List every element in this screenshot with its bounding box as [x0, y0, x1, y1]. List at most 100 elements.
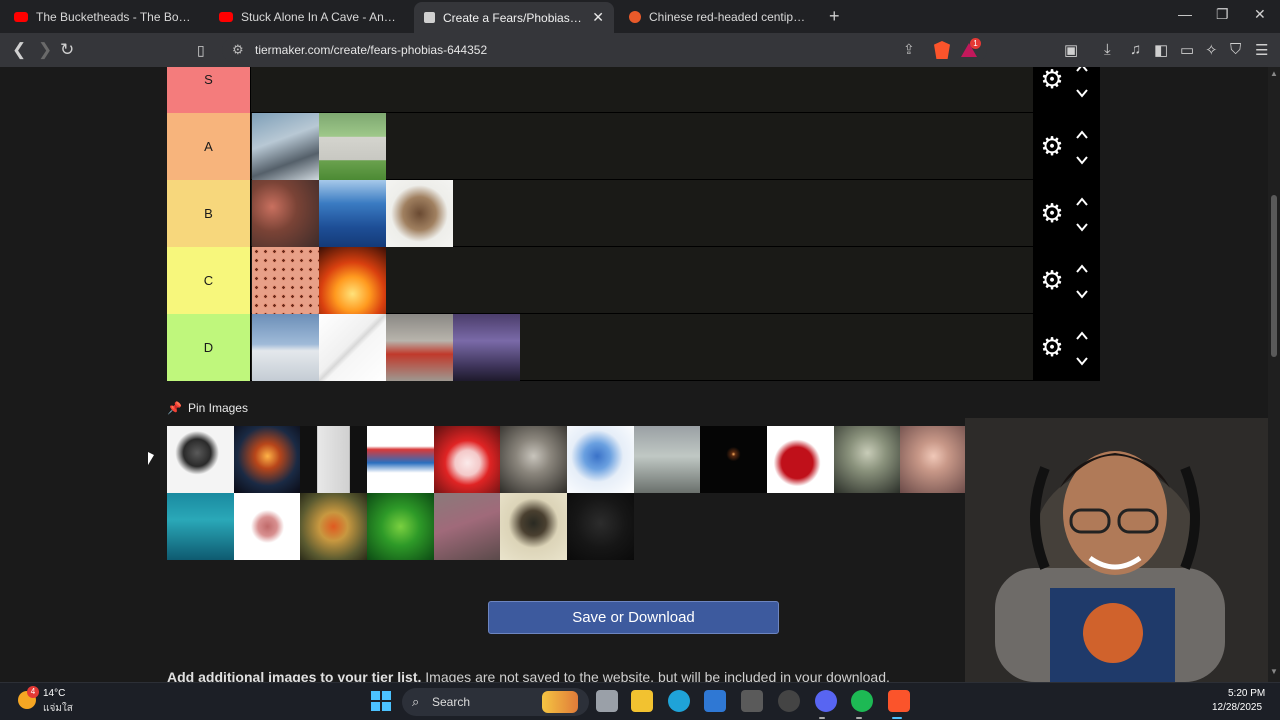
- centipede-image[interactable]: [434, 493, 501, 560]
- tier-label[interactable]: B: [167, 180, 251, 247]
- ocean-image[interactable]: [319, 180, 386, 247]
- move-up-icon[interactable]: [1075, 128, 1089, 142]
- gear-icon[interactable]: ⚙: [1039, 267, 1065, 293]
- tier-row-c[interactable]: C ⚙: [167, 247, 1100, 314]
- clown-image[interactable]: [434, 426, 501, 493]
- knot-rope-image[interactable]: [367, 426, 434, 493]
- page-scrollbar[interactable]: ▲ ▼: [1268, 67, 1280, 682]
- heights-image[interactable]: [634, 426, 701, 493]
- wallet-icon[interactable]: ▭: [1180, 41, 1194, 59]
- store-icon[interactable]: [704, 690, 726, 712]
- tier-row-d[interactable]: D ⚙: [167, 314, 1100, 381]
- lightning-image[interactable]: [453, 314, 520, 381]
- move-down-icon[interactable]: [1075, 287, 1089, 301]
- ted-bundy-image[interactable]: [500, 426, 567, 493]
- reload-icon[interactable]: ↻: [60, 40, 74, 60]
- screenshot-icon[interactable]: ▣: [1064, 41, 1078, 59]
- menu-icon[interactable]: ☰: [1255, 41, 1268, 59]
- tab-centipede[interactable]: Chinese red-headed centipede - Brav: [619, 4, 819, 30]
- sidebar-icon[interactable]: ◧: [1154, 41, 1168, 59]
- move-up-icon[interactable]: [1075, 195, 1089, 209]
- file-explorer-icon[interactable]: [631, 690, 653, 712]
- share-icon[interactable]: ⇪: [903, 41, 915, 58]
- gear-icon[interactable]: ⚙: [1039, 334, 1065, 360]
- gear-icon[interactable]: ⚙: [1039, 67, 1065, 92]
- tab-tierlist[interactable]: Create a Fears/Phobias Tier List - ✕: [414, 2, 614, 33]
- image-pool[interactable]: [167, 426, 1100, 560]
- move-up-icon[interactable]: [1075, 329, 1089, 343]
- move-down-icon[interactable]: [1075, 354, 1089, 368]
- tier-row-b[interactable]: B ⚙: [167, 180, 1100, 247]
- crowd-image[interactable]: [252, 180, 319, 247]
- edge-icon[interactable]: [668, 690, 690, 712]
- tarantula-image[interactable]: [386, 180, 453, 247]
- virus-image[interactable]: [567, 426, 634, 493]
- tier-label[interactable]: S: [167, 67, 251, 113]
- alien-image[interactable]: [834, 426, 901, 493]
- scared-child-image[interactable]: [900, 426, 967, 493]
- clock-time[interactable]: 5:20 PM: [1228, 688, 1265, 699]
- gear-icon[interactable]: ⚙: [1039, 200, 1065, 226]
- weather-temp[interactable]: 14°C: [43, 688, 65, 699]
- close-window-icon[interactable]: ✕: [1254, 6, 1266, 23]
- green-snake-image[interactable]: [367, 493, 434, 560]
- tier-label[interactable]: C: [167, 247, 251, 314]
- gear-icon[interactable]: ⚙: [1039, 133, 1065, 159]
- new-tab-icon[interactable]: +: [829, 6, 840, 27]
- move-down-icon[interactable]: [1075, 153, 1089, 167]
- blood-image[interactable]: [767, 426, 834, 493]
- leo-ai-icon[interactable]: ✧: [1205, 41, 1218, 59]
- vpn-icon[interactable]: ⛉: [1230, 41, 1241, 58]
- spotify-icon[interactable]: [851, 690, 873, 712]
- planet-collision-image[interactable]: [234, 426, 301, 493]
- puppet-image[interactable]: [386, 314, 453, 381]
- sea-creature-image[interactable]: [167, 493, 234, 560]
- save-or-download-button[interactable]: Save or Download: [488, 601, 779, 634]
- steam-icon[interactable]: [778, 690, 800, 712]
- address-bar[interactable]: ⚙ tiermaker.com/create/fears-phobias-644…: [222, 37, 987, 63]
- site-info-icon[interactable]: ⚙: [232, 42, 244, 58]
- move-down-icon[interactable]: [1075, 86, 1089, 100]
- move-up-icon[interactable]: [1075, 262, 1089, 276]
- scroll-up-icon[interactable]: ▲: [1270, 69, 1278, 78]
- close-tab-icon[interactable]: ✕: [592, 9, 604, 26]
- worm-image[interactable]: [234, 493, 301, 560]
- lizard-image[interactable]: [300, 493, 367, 560]
- scrollbar-thumb[interactable]: [1271, 195, 1277, 357]
- media-icon[interactable]: ♫: [1130, 41, 1141, 58]
- microphone-image[interactable]: [167, 426, 234, 493]
- minimize-icon[interactable]: —: [1178, 6, 1192, 22]
- weather-desc[interactable]: แจ่มใส: [43, 701, 73, 716]
- download-icon[interactable]: ⤓: [1104, 41, 1111, 58]
- move-down-icon[interactable]: [1075, 220, 1089, 234]
- window-silhouette-image[interactable]: [300, 426, 367, 493]
- tier-items[interactable]: [252, 314, 520, 381]
- pin-images-toggle[interactable]: 📌 Pin Images: [167, 401, 248, 415]
- dark-candle-image[interactable]: [700, 426, 767, 493]
- tab-bucketheads[interactable]: The Bucketheads - The Bomb [These: [4, 4, 204, 30]
- clock-date[interactable]: 12/28/2025: [1212, 702, 1262, 713]
- syringe-image[interactable]: [319, 314, 386, 381]
- start-button[interactable]: [371, 691, 391, 711]
- shark-image[interactable]: [252, 113, 319, 180]
- move-up-icon[interactable]: [1075, 67, 1089, 75]
- tab-cave[interactable]: Stuck Alone In A Cave - Anxiety Warr: [209, 4, 409, 30]
- holes-image[interactable]: [252, 247, 319, 314]
- app-icon[interactable]: [741, 690, 763, 712]
- bookmark-icon[interactable]: ▯: [197, 40, 205, 60]
- restore-icon[interactable]: ❐: [1216, 6, 1229, 23]
- fire-image[interactable]: [319, 247, 386, 314]
- brave-shields-icon[interactable]: [934, 41, 950, 59]
- darkness-image[interactable]: [567, 493, 634, 560]
- taskbar-search[interactable]: ⌕ Search: [402, 688, 589, 716]
- tier-row-s[interactable]: S ⚙: [167, 67, 1100, 113]
- back-icon[interactable]: ❮: [12, 40, 26, 60]
- tier-items[interactable]: [252, 113, 386, 180]
- airplane-image[interactable]: [252, 314, 319, 381]
- task-view-icon[interactable]: [596, 690, 618, 712]
- tier-label[interactable]: D: [167, 314, 251, 381]
- tier-items[interactable]: [252, 247, 386, 314]
- tier-label[interactable]: A: [167, 113, 251, 180]
- scorpion-image[interactable]: [500, 493, 567, 560]
- scroll-down-icon[interactable]: ▼: [1270, 667, 1278, 676]
